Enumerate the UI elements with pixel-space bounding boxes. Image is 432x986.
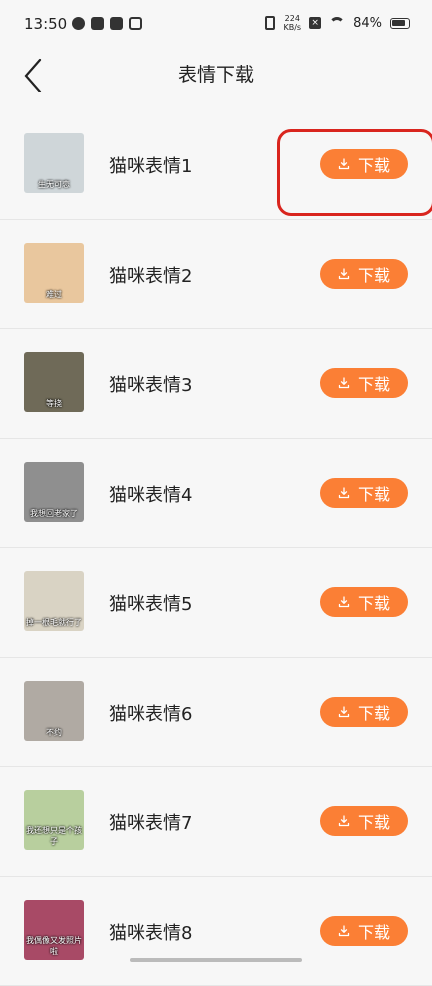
app-notification-icon: [72, 17, 85, 30]
status-time: 13:50: [24, 15, 67, 33]
sticker-name: 猫咪表情5: [109, 590, 192, 616]
download-button[interactable]: 下载: [320, 259, 408, 289]
list-item: 等挠 猫咪表情3 下载: [0, 329, 432, 439]
thumbnail-caption: 我偶像又发照片啦: [24, 935, 84, 957]
message-icon: [110, 17, 123, 30]
list-item: 我想回老家了 猫咪表情4 下载: [0, 439, 432, 549]
thumbnail-caption: 我还想只是个孩子: [24, 825, 84, 847]
download-button[interactable]: 下载: [320, 478, 408, 508]
sticker-list: 生无可恋猫咪表情1下载难过猫咪表情2下载等挠猫咪表情3下载我想回老家了猫咪表情4…: [0, 110, 432, 986]
download-icon: [338, 596, 350, 608]
vibrate-icon: [265, 16, 275, 30]
thumbnail-caption: 生无可恋: [24, 179, 84, 190]
download-icon: [338, 487, 350, 499]
download-icon: [338, 268, 350, 280]
sticker-name: 猫咪表情1: [109, 152, 192, 178]
net-speed: 224 KB/s: [283, 14, 301, 32]
download-label: 下载: [358, 590, 390, 614]
sticker-thumbnail[interactable]: 不约: [24, 681, 84, 741]
download-button[interactable]: 下载: [320, 587, 408, 617]
list-item: 我偶像又发照片啦 猫咪表情8 下载: [0, 877, 432, 986]
net-speed-unit: KB/s: [283, 23, 301, 32]
sticker-thumbnail[interactable]: 我想回老家了: [24, 462, 84, 522]
sticker-name: 猫咪表情4: [109, 481, 192, 507]
no-sim-icon: ×: [309, 17, 321, 29]
download-label: 下载: [358, 262, 390, 286]
download-icon: [338, 377, 350, 389]
header: 表情下载: [0, 50, 432, 110]
sticker-thumbnail[interactable]: 难过: [24, 243, 84, 303]
download-icon: [338, 815, 350, 827]
download-label: 下载: [358, 481, 390, 505]
download-icon: [338, 706, 350, 718]
sticker-name: 猫咪表情8: [109, 919, 192, 945]
sticker-thumbnail[interactable]: 等挠: [24, 352, 84, 412]
sticker-thumbnail[interactable]: 掉一根毛就行了: [24, 571, 84, 631]
sticker-thumbnail[interactable]: 我还想只是个孩子: [24, 790, 84, 850]
home-indicator[interactable]: [130, 958, 302, 962]
sticker-name: 猫咪表情7: [109, 809, 192, 835]
notification-icons: [72, 17, 142, 30]
sticker-name: 猫咪表情3: [109, 371, 192, 397]
net-speed-value: 224: [285, 14, 300, 23]
download-label: 下载: [358, 700, 390, 724]
tiktok-icon: [91, 17, 104, 30]
page-title: 表情下载: [0, 60, 432, 87]
status-indicators: 224 KB/s × 84%: [265, 14, 410, 32]
thumbnail-caption: 掉一根毛就行了: [24, 617, 84, 628]
highlight-box: [277, 129, 432, 216]
thumbnail-caption: 我想回老家了: [24, 508, 84, 519]
download-button[interactable]: 下载: [320, 697, 408, 727]
wifi-icon: [329, 17, 345, 29]
list-item: 我还想只是个孩子 猫咪表情7 下载: [0, 767, 432, 877]
download-label: 下载: [358, 809, 390, 833]
list-item: 掉一根毛就行了 猫咪表情5 下载: [0, 548, 432, 658]
sticker-name: 猫咪表情6: [109, 700, 192, 726]
thumbnail-caption: 等挠: [24, 398, 84, 409]
sticker-name: 猫咪表情2: [109, 262, 192, 288]
download-button[interactable]: 下载: [320, 916, 408, 946]
app-badge-icon: [129, 17, 142, 30]
list-item: 不约 猫咪表情6 下载: [0, 658, 432, 768]
sticker-thumbnail[interactable]: 生无可恋: [24, 133, 84, 193]
download-icon: [338, 925, 350, 937]
battery-percent: 84%: [353, 16, 382, 31]
thumbnail-caption: 难过: [24, 289, 84, 300]
sticker-thumbnail[interactable]: 我偶像又发照片啦: [24, 900, 84, 960]
download-label: 下载: [358, 919, 390, 943]
download-label: 下载: [358, 371, 390, 395]
download-button[interactable]: 下载: [320, 806, 408, 836]
thumbnail-caption: 不约: [24, 727, 84, 738]
list-item: 难过 猫咪表情2 下载: [0, 220, 432, 330]
status-bar: 13:50 224 KB/s × 84%: [0, 0, 432, 50]
battery-icon: [390, 18, 410, 29]
download-button[interactable]: 下载: [320, 368, 408, 398]
